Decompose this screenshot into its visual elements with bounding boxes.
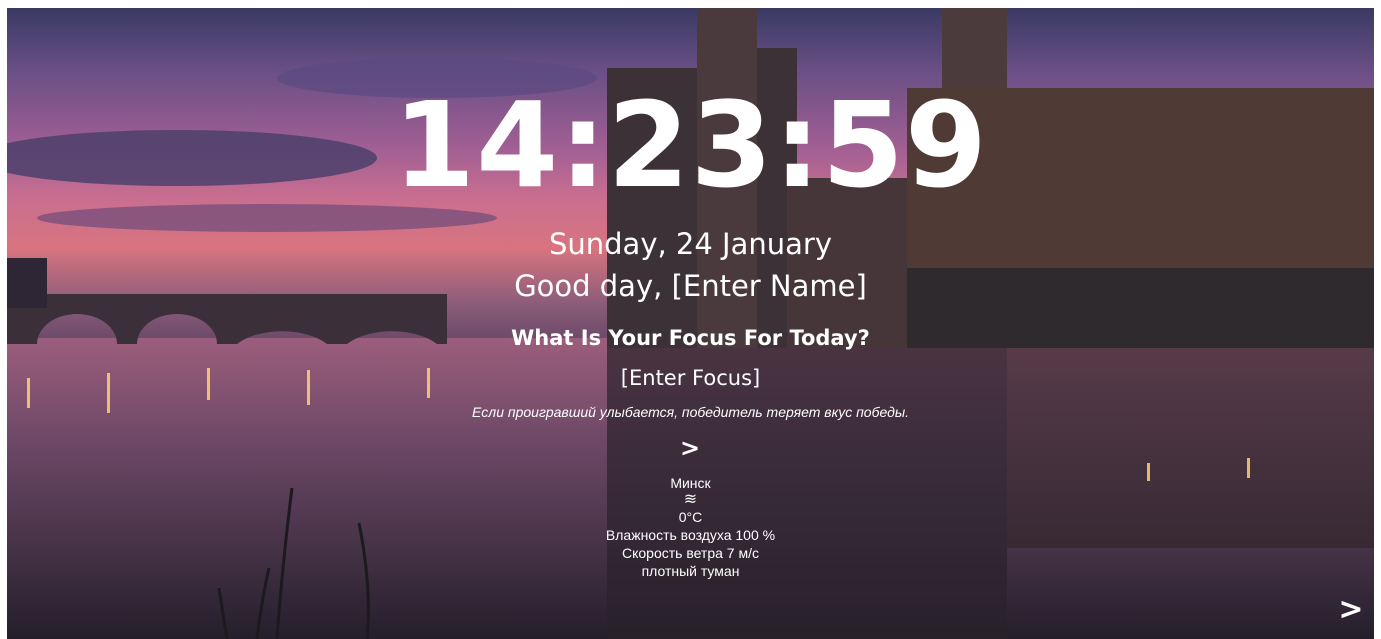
name-input[interactable]: [Enter Name]: [672, 269, 867, 303]
greeting: Good day, [Enter Name]: [7, 266, 1374, 306]
focus-input[interactable]: [Enter Focus]: [7, 363, 1374, 393]
next-background-button[interactable]: >: [1335, 592, 1367, 628]
weather-wind: Скорость ветра 7 м/с: [621, 545, 759, 561]
app-frame: 14:23:59 Sunday, 24 January Good day, [E…: [7, 8, 1374, 639]
greeting-prefix: Good day,: [514, 269, 672, 303]
weather-humidity: Влажность воздуха 100 %: [605, 527, 776, 543]
quote-text: Если проигравший улыбается, победитель т…: [471, 404, 910, 420]
weather-widget: Минск ≋ 0°C Влажность воздуха 100 % Скор…: [7, 474, 1374, 580]
clock-time: 14:23:59: [392, 76, 988, 214]
weather-description: плотный туман: [641, 563, 740, 579]
next-quote-button[interactable]: >: [675, 433, 705, 463]
fog-icon: ≋: [683, 491, 698, 508]
weather-city[interactable]: Минск: [7, 474, 1374, 492]
weather-temperature: 0°C: [678, 509, 703, 525]
date-display: Sunday, 24 January: [548, 227, 832, 261]
focus-question: What Is Your Focus For Today?: [511, 326, 870, 350]
